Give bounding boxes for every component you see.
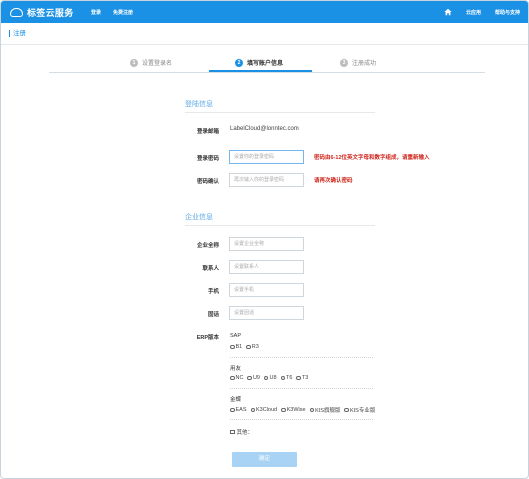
step-number: 2 [235, 58, 243, 67]
erp-option-k3wise[interactable]: K3Wise [281, 407, 306, 413]
step-number: 3 [340, 58, 348, 67]
erp-option-u8[interactable]: U8 [263, 375, 277, 381]
radio-icon[interactable] [230, 344, 235, 350]
phone-input[interactable] [229, 283, 304, 297]
company-name-input[interactable] [229, 237, 304, 251]
nav-register-link[interactable]: 免费注册 [113, 9, 133, 16]
app-window: 标签云服务 登录 免费注册 云应用 帮助与支持 注册 1 设置登录名 2 填写账… [0, 0, 529, 479]
password-error-hint: 密码由6-12位英文字母和数字组成，请重新输入 [314, 155, 430, 161]
dotted-divider [230, 388, 373, 389]
radio-icon[interactable] [263, 375, 269, 381]
radio-icon[interactable] [309, 407, 315, 413]
step-label: 注册成功 [352, 61, 377, 67]
erp-option-kis-flagship[interactable]: KIS旗舰版 [309, 406, 340, 414]
erp-yonyou-title: 用友 [230, 366, 242, 372]
step-label: 设置登录名 [142, 61, 173, 67]
erp-option-u9[interactable]: U9 [247, 375, 260, 381]
email-value: LabelCloud@lonntec.com [230, 126, 299, 132]
erp-sap-title: SAP [230, 333, 242, 339]
radio-icon[interactable] [280, 375, 286, 381]
section-divider [185, 112, 375, 113]
subheader: 注册 [1, 23, 528, 45]
radio-icon[interactable] [230, 407, 235, 413]
erp-kingdee-title: 金蝶 [230, 397, 242, 403]
erp-other-option[interactable]: 其他： [230, 428, 253, 436]
phone-label: 手机 [207, 289, 219, 295]
radio-icon[interactable] [246, 344, 251, 350]
contact-label: 联系人 [202, 266, 219, 272]
submit-button[interactable]: 确定 [232, 452, 297, 467]
erp-option-k3cloud[interactable]: K3Cloud [250, 407, 277, 413]
company-section-title: 企业信息 [185, 214, 213, 221]
radio-icon[interactable] [250, 407, 256, 413]
logo[interactable]: 标签云服务 [10, 5, 74, 19]
dotted-divider [230, 419, 373, 420]
step-number: 1 [130, 58, 138, 67]
confirm-password-hint: 请再次确认密码 [314, 178, 353, 184]
telephone-input[interactable] [229, 306, 304, 320]
erp-other-label: 其他： [236, 430, 254, 436]
radio-icon[interactable] [230, 375, 235, 381]
email-label: 登录邮箱 [196, 129, 219, 135]
login-section-title: 登陆信息 [185, 101, 213, 108]
app-title: 标签云服务 [27, 7, 74, 18]
cloud-logo-icon [10, 7, 23, 17]
top-navbar: 标签云服务 登录 免费注册 云应用 帮助与支持 [1, 1, 528, 23]
radio-icon[interactable] [247, 375, 252, 381]
erp-yonyou-options: NC U9 U8 T6 T3 [230, 375, 310, 381]
radio-icon[interactable] [296, 375, 301, 381]
active-step-underline [209, 70, 312, 72]
home-icon[interactable] [444, 8, 452, 16]
company-name-label: 企业全称 [196, 243, 219, 249]
erp-option-eas[interactable]: EAS [230, 407, 247, 413]
step-indicator: 1 设置登录名 2 填写账户信息 3 注册成功 [49, 55, 485, 73]
erp-option-b1[interactable]: B1 [230, 344, 242, 350]
erp-option-kis-pro[interactable]: KIS专业版 [344, 406, 375, 414]
step-label: 填写账户信息 [247, 61, 284, 67]
page-title: 注册 [9, 30, 26, 37]
dotted-divider [230, 357, 373, 358]
contact-input[interactable] [229, 260, 304, 274]
erp-version-label: ERP版本 [196, 335, 219, 341]
confirm-password-label: 密码确认 [196, 179, 219, 185]
erp-sap-options: B1 R3 [230, 344, 261, 350]
erp-option-r3[interactable]: R3 [246, 344, 259, 350]
erp-option-t3[interactable]: T3 [296, 375, 308, 381]
erp-kingdee-options: EAS K3Cloud K3Wise KIS旗舰版 KIS专业版 [230, 406, 377, 414]
password-input[interactable] [229, 150, 304, 164]
step-2: 2 填写账户信息 [235, 58, 283, 67]
step-1: 1 设置登录名 [130, 58, 172, 67]
section-divider [185, 225, 375, 226]
nav-login-link[interactable]: 登录 [91, 9, 101, 16]
telephone-label: 固话 [207, 312, 219, 318]
step-3: 3 注册成功 [340, 58, 376, 67]
nav-cloud-apps-link[interactable]: 云应用 [466, 9, 481, 16]
nav-left: 登录 免费注册 [91, 1, 133, 23]
nav-help-link[interactable]: 帮助与支持 [495, 9, 520, 16]
checkbox-icon[interactable] [230, 429, 235, 435]
radio-icon[interactable] [344, 407, 349, 413]
radio-icon[interactable] [281, 407, 286, 413]
password-label: 登录密码 [196, 156, 219, 162]
confirm-password-input[interactable] [229, 173, 304, 187]
nav-right: 云应用 帮助与支持 [444, 1, 520, 23]
erp-option-nc[interactable]: NC [230, 375, 243, 381]
erp-option-t6[interactable]: T6 [280, 375, 292, 381]
